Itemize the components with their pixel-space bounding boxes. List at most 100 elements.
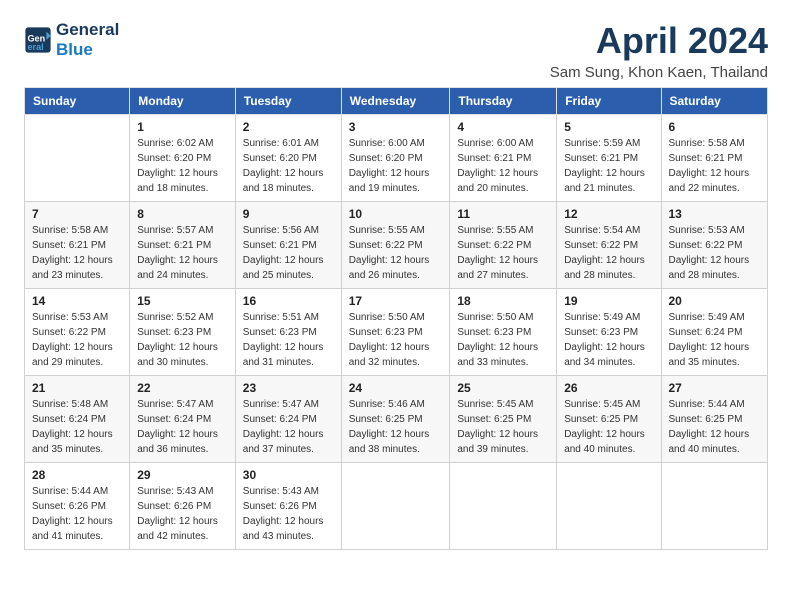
day-info: Sunrise: 5:58 AM Sunset: 6:21 PM Dayligh… (32, 223, 122, 283)
day-of-week-header: Sunday (25, 88, 130, 115)
calendar-day-cell: 16 Sunrise: 5:51 AM Sunset: 6:23 PM Dayli… (235, 289, 341, 376)
day-number: 11 (457, 207, 549, 221)
title-area: April 2024 Sam Sung, Khon Kaen, Thailand (550, 20, 768, 81)
day-number: 4 (457, 120, 549, 134)
calendar-week-row: 21Sunrise: 5:48 AM Sunset: 6:24 PM Dayli… (25, 376, 768, 463)
day-number: 14 (32, 294, 122, 308)
day-number: 2 (243, 120, 334, 134)
day-info: Sunrise: 5:53 AM Sunset: 6:22 PM Dayligh… (669, 223, 761, 283)
calendar-day-cell: 21Sunrise: 5:48 AM Sunset: 6:24 PM Dayli… (25, 376, 130, 463)
calendar-day-cell: 26 Sunrise: 5:45 AM Sunset: 6:25 PM Dayli… (557, 376, 661, 463)
day-of-week-header: Thursday (450, 88, 557, 115)
calendar-day-cell (661, 463, 768, 550)
calendar-day-cell: 27 Sunrise: 5:44 AM Sunset: 6:25 PM Dayli… (661, 376, 768, 463)
svg-text:eral: eral (28, 41, 44, 51)
calendar-day-cell: 7 Sunrise: 5:58 AM Sunset: 6:21 PM Daylig… (25, 202, 130, 289)
day-info: Sunrise: 5:53 AM Sunset: 6:22 PM Dayligh… (32, 310, 122, 370)
calendar-day-cell: 14 Sunrise: 5:53 AM Sunset: 6:22 PM Dayli… (25, 289, 130, 376)
day-number: 30 (243, 468, 334, 482)
day-info: Sunrise: 5:57 AM Sunset: 6:21 PM Dayligh… (137, 223, 228, 283)
day-info: Sunrise: 5:55 AM Sunset: 6:22 PM Dayligh… (349, 223, 443, 283)
logo: Gen eral General Blue (24, 20, 119, 59)
calendar-day-cell: 19 Sunrise: 5:49 AM Sunset: 6:23 PM Dayli… (557, 289, 661, 376)
calendar-day-cell: 30Sunrise: 5:43 AM Sunset: 6:26 PM Dayli… (235, 463, 341, 550)
day-info: Sunrise: 5:44 AM Sunset: 6:25 PM Dayligh… (669, 397, 761, 457)
day-number: 7 (32, 207, 122, 221)
calendar-day-cell: 25Sunrise: 5:45 AM Sunset: 6:25 PM Dayli… (450, 376, 557, 463)
calendar-day-cell: 4 Sunrise: 6:00 AM Sunset: 6:21 PM Daylig… (450, 115, 557, 202)
calendar-day-cell: 29 Sunrise: 5:43 AM Sunset: 6:26 PM Dayli… (130, 463, 236, 550)
day-number: 15 (137, 294, 228, 308)
day-of-week-header: Monday (130, 88, 236, 115)
calendar-day-cell (557, 463, 661, 550)
day-number: 18 (457, 294, 549, 308)
day-number: 8 (137, 207, 228, 221)
day-number: 1 (137, 120, 228, 134)
calendar-day-cell: 2 Sunrise: 6:01 AM Sunset: 6:20 PM Daylig… (235, 115, 341, 202)
calendar-day-cell: 18 Sunrise: 5:50 AM Sunset: 6:23 PM Dayli… (450, 289, 557, 376)
header: Gen eral General Blue April 2024 Sam Sun… (24, 20, 768, 81)
day-number: 3 (349, 120, 443, 134)
day-number: 20 (669, 294, 761, 308)
logo-text: General Blue (56, 20, 119, 59)
calendar-week-row: 14 Sunrise: 5:53 AM Sunset: 6:22 PM Dayli… (25, 289, 768, 376)
day-number: 12 (564, 207, 653, 221)
calendar-day-cell: 22 Sunrise: 5:47 AM Sunset: 6:24 PM Dayli… (130, 376, 236, 463)
day-info: Sunrise: 5:44 AM Sunset: 6:26 PM Dayligh… (32, 484, 122, 544)
day-info: Sunrise: 5:52 AM Sunset: 6:23 PM Dayligh… (137, 310, 228, 370)
calendar-day-cell: 3 Sunrise: 6:00 AM Sunset: 6:20 PM Daylig… (341, 115, 450, 202)
calendar-day-cell: 10Sunrise: 5:55 AM Sunset: 6:22 PM Dayli… (341, 202, 450, 289)
day-number: 22 (137, 381, 228, 395)
day-of-week-header: Wednesday (341, 88, 450, 115)
day-number: 29 (137, 468, 228, 482)
calendar-table: SundayMondayTuesdayWednesdayThursdayFrid… (24, 87, 768, 550)
day-number: 9 (243, 207, 334, 221)
day-info: Sunrise: 5:50 AM Sunset: 6:23 PM Dayligh… (457, 310, 549, 370)
calendar-week-row: 28Sunrise: 5:44 AM Sunset: 6:26 PM Dayli… (25, 463, 768, 550)
calendar-day-cell: 20 Sunrise: 5:49 AM Sunset: 6:24 PM Dayli… (661, 289, 768, 376)
day-number: 24 (349, 381, 443, 395)
day-number: 27 (669, 381, 761, 395)
day-number: 13 (669, 207, 761, 221)
day-info: Sunrise: 5:56 AM Sunset: 6:21 PM Dayligh… (243, 223, 334, 283)
calendar-day-cell: 11Sunrise: 5:55 AM Sunset: 6:22 PM Dayli… (450, 202, 557, 289)
day-info: Sunrise: 6:01 AM Sunset: 6:20 PM Dayligh… (243, 136, 334, 196)
day-number: 6 (669, 120, 761, 134)
day-info: Sunrise: 6:02 AM Sunset: 6:20 PM Dayligh… (137, 136, 228, 196)
day-info: Sunrise: 5:49 AM Sunset: 6:23 PM Dayligh… (564, 310, 653, 370)
day-info: Sunrise: 5:51 AM Sunset: 6:23 PM Dayligh… (243, 310, 334, 370)
calendar-day-cell: 28Sunrise: 5:44 AM Sunset: 6:26 PM Dayli… (25, 463, 130, 550)
calendar-day-cell: 8 Sunrise: 5:57 AM Sunset: 6:21 PM Daylig… (130, 202, 236, 289)
day-info: Sunrise: 6:00 AM Sunset: 6:21 PM Dayligh… (457, 136, 549, 196)
day-number: 17 (349, 294, 443, 308)
day-info: Sunrise: 5:58 AM Sunset: 6:21 PM Dayligh… (669, 136, 761, 196)
calendar-day-cell (450, 463, 557, 550)
calendar-day-cell: 1 Sunrise: 6:02 AM Sunset: 6:20 PM Daylig… (130, 115, 236, 202)
day-number: 19 (564, 294, 653, 308)
calendar-day-cell: 6 Sunrise: 5:58 AM Sunset: 6:21 PM Daylig… (661, 115, 768, 202)
day-info: Sunrise: 5:54 AM Sunset: 6:22 PM Dayligh… (564, 223, 653, 283)
day-info: Sunrise: 6:00 AM Sunset: 6:20 PM Dayligh… (349, 136, 443, 196)
day-info: Sunrise: 5:49 AM Sunset: 6:24 PM Dayligh… (669, 310, 761, 370)
day-info: Sunrise: 5:47 AM Sunset: 6:24 PM Dayligh… (137, 397, 228, 457)
calendar-day-cell: 23Sunrise: 5:47 AM Sunset: 6:24 PM Dayli… (235, 376, 341, 463)
calendar-day-cell: 15 Sunrise: 5:52 AM Sunset: 6:23 PM Dayli… (130, 289, 236, 376)
location-title: Sam Sung, Khon Kaen, Thailand (550, 64, 768, 81)
day-info: Sunrise: 5:45 AM Sunset: 6:25 PM Dayligh… (564, 397, 653, 457)
day-info: Sunrise: 5:43 AM Sunset: 6:26 PM Dayligh… (137, 484, 228, 544)
day-info: Sunrise: 5:45 AM Sunset: 6:25 PM Dayligh… (457, 397, 549, 457)
day-of-week-header: Saturday (661, 88, 768, 115)
day-number: 16 (243, 294, 334, 308)
month-title: April 2024 (550, 20, 768, 62)
day-of-week-header: Tuesday (235, 88, 341, 115)
calendar-day-cell: 17Sunrise: 5:50 AM Sunset: 6:23 PM Dayli… (341, 289, 450, 376)
logo-icon: Gen eral (24, 26, 52, 54)
day-number: 26 (564, 381, 653, 395)
day-info: Sunrise: 5:47 AM Sunset: 6:24 PM Dayligh… (243, 397, 334, 457)
day-info: Sunrise: 5:59 AM Sunset: 6:21 PM Dayligh… (564, 136, 653, 196)
day-info: Sunrise: 5:46 AM Sunset: 6:25 PM Dayligh… (349, 397, 443, 457)
calendar-day-cell (341, 463, 450, 550)
day-info: Sunrise: 5:48 AM Sunset: 6:24 PM Dayligh… (32, 397, 122, 457)
calendar-day-cell: 5 Sunrise: 5:59 AM Sunset: 6:21 PM Daylig… (557, 115, 661, 202)
day-number: 5 (564, 120, 653, 134)
